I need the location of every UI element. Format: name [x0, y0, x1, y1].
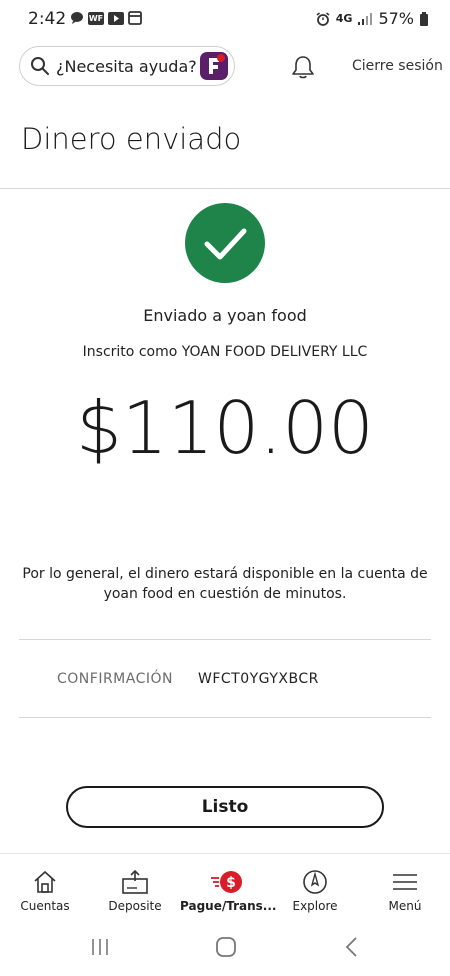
amount-sent: $110.00 — [76, 386, 374, 470]
nav-label: Explore — [292, 899, 338, 913]
success-check-icon — [185, 203, 265, 283]
divider — [19, 717, 431, 718]
battery-percent: 57% — [378, 9, 414, 28]
status-right: 4G 57% — [316, 9, 428, 28]
svg-text:$: $ — [226, 875, 236, 891]
notification-icons: WF — [70, 11, 142, 25]
signal-icon — [358, 12, 373, 25]
recipient-text: Enviado a yoan food — [143, 306, 307, 325]
page-title: Dinero enviado — [21, 122, 242, 156]
nav-label: Deposite — [108, 899, 162, 913]
nav-label: Pague/Trans... — [180, 899, 277, 913]
nav-item-explore[interactable]: Explore — [270, 854, 360, 922]
nav-item-pay-transfer[interactable]: $ Pague/Trans... — [180, 854, 277, 922]
nav-item-deposit[interactable]: Deposite — [90, 854, 180, 922]
home-icon — [34, 870, 56, 893]
nav-item-menu[interactable]: Menú — [360, 854, 450, 922]
back-icon[interactable] — [344, 936, 360, 958]
news-app-icon: WF — [88, 11, 104, 25]
search-placeholder: ¿Necesita ayuda? — [56, 56, 197, 76]
fargo-assistant-icon[interactable] — [200, 52, 228, 80]
confirmation-number: WFCT0YGYXBCR — [198, 671, 319, 687]
network-type: 4G — [335, 12, 353, 25]
deposit-icon — [122, 869, 148, 894]
compass-icon — [303, 870, 327, 894]
help-search-bar[interactable]: ¿Necesita ayuda? — [19, 46, 235, 86]
nav-label: Cuentas — [20, 899, 70, 913]
alarm-icon — [316, 11, 330, 26]
divider — [0, 188, 450, 189]
android-system-nav — [0, 921, 450, 976]
nav-label: Menú — [388, 899, 422, 913]
calendar-icon — [128, 11, 142, 25]
chat-icon — [71, 12, 83, 24]
logout-link[interactable]: Cierre sesión — [352, 58, 443, 74]
confirmation-label: CONFIRMACIÓN — [57, 671, 173, 687]
done-button[interactable]: Listo — [66, 786, 384, 828]
home-button-icon[interactable] — [215, 936, 237, 958]
battery-icon — [420, 11, 428, 26]
pay-transfer-icon: $ — [211, 871, 242, 893]
bell-icon[interactable] — [290, 54, 316, 80]
status-bar: 2:42 WF 4G 57% — [0, 0, 450, 40]
nav-item-accounts[interactable]: Cuentas — [0, 854, 90, 922]
enrolled-as-text: Inscrito como YOAN FOOD DELIVERY LLC — [82, 344, 368, 360]
availability-note: Por lo general, el dinero estará disponi… — [22, 566, 428, 602]
video-icon — [108, 11, 124, 25]
search-icon — [31, 57, 49, 75]
divider — [19, 639, 431, 640]
status-time: 2:42 — [28, 9, 67, 29]
menu-icon — [393, 874, 417, 890]
bottom-navigation: Cuentas Deposite $ Pague/Trans... Explor… — [0, 853, 450, 922]
recent-apps-icon[interactable] — [90, 937, 110, 957]
